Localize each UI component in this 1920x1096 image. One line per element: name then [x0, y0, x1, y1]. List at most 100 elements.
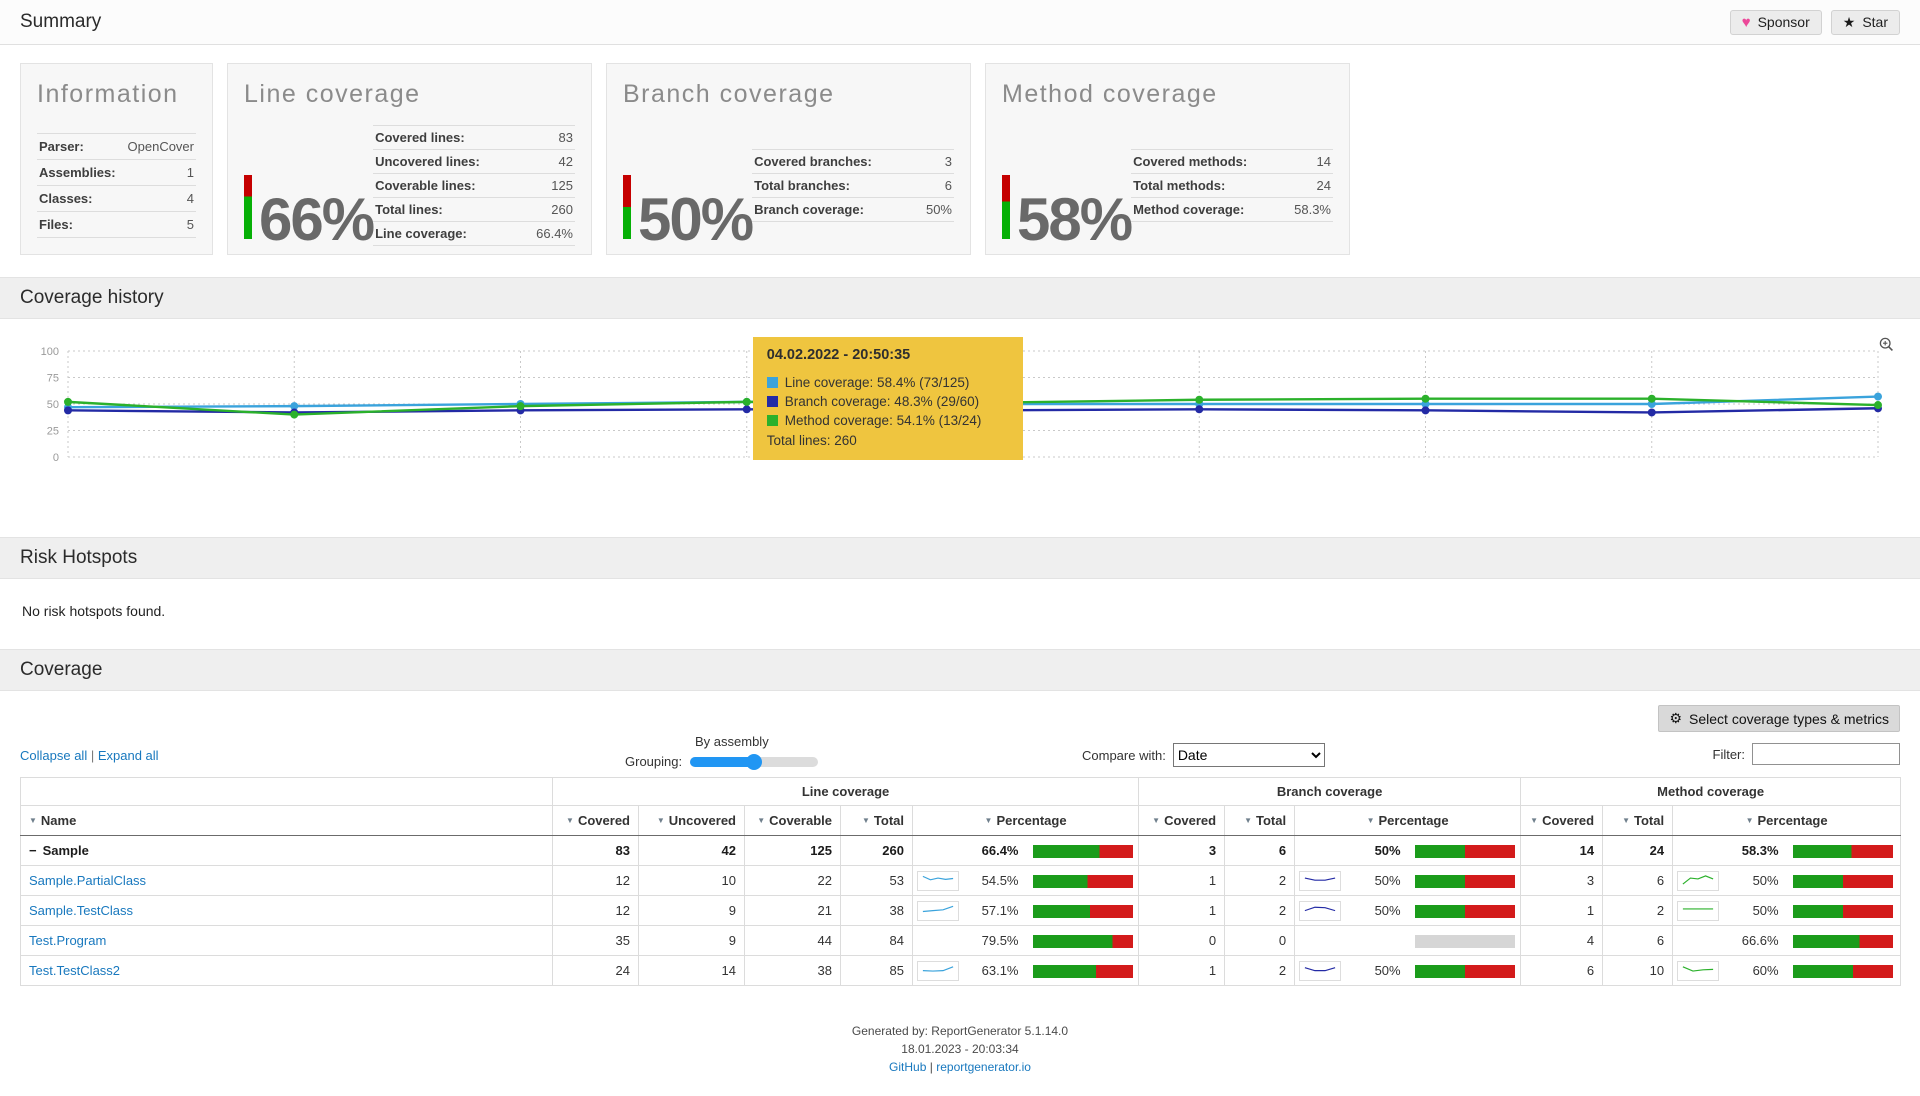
coverage-bar [1033, 965, 1133, 978]
method-sparkline-cell [1673, 926, 1723, 956]
line-bar-cell [1027, 926, 1139, 956]
history-sparkline [917, 871, 959, 891]
stat-row: Covered methods: 14 [1131, 150, 1333, 174]
compare-with-label: Compare with: [1082, 748, 1166, 763]
expand-all-link[interactable]: Expand all [98, 748, 159, 763]
series-swatch-icon [767, 415, 778, 426]
coverage-bar [1033, 875, 1133, 888]
svg-text:100: 100 [41, 346, 59, 358]
group-header-method-coverage: Method coverage [1521, 778, 1901, 806]
report-footer: Generated by: ReportGenerator 5.1.14.0 1… [0, 1022, 1920, 1076]
col-header-line-percentage[interactable]: ▼Percentage [913, 806, 1139, 836]
compare-with-select[interactable]: Date [1173, 743, 1325, 767]
select-coverage-types-button[interactable]: ⚙ Select coverage types & metrics [1658, 705, 1900, 732]
line-sparkline-cell [913, 836, 963, 866]
coverage-bar [1793, 965, 1893, 978]
stat-value: 260 [551, 202, 573, 217]
info-row: Parser: OpenCover [37, 134, 196, 160]
branch-percentage: 50% [1345, 956, 1409, 986]
col-header-line-covered[interactable]: ▼Covered [553, 806, 639, 836]
stat-row: Total lines: 260 [373, 198, 575, 222]
branch-covered: 1 [1139, 956, 1225, 986]
branch-total: 0 [1225, 926, 1295, 956]
sort-arrow-icon: ▼ [657, 816, 665, 825]
col-header-method-percentage[interactable]: ▼Percentage [1673, 806, 1901, 836]
col-header-line-total[interactable]: ▼Total [841, 806, 913, 836]
github-link[interactable]: GitHub [889, 1060, 926, 1074]
table-column-header-row: ▼Name ▼Covered ▼Uncovered ▼Coverable ▼To… [21, 806, 1901, 836]
stat-label: Method coverage: [1133, 202, 1244, 217]
collapse-all-link[interactable]: Collapse all [20, 748, 87, 763]
branch-percentage [1345, 926, 1409, 956]
card-title: Branch coverage [623, 80, 954, 109]
branch-covered: 0 [1139, 926, 1225, 956]
line-uncovered: 10 [639, 866, 745, 896]
history-sparkline [917, 901, 959, 921]
line-coverable: 22 [745, 866, 841, 896]
col-header-branch-percentage[interactable]: ▼Percentage [1295, 806, 1521, 836]
gear-icon: ⚙ [1669, 710, 1682, 727]
stat-value: 83 [559, 130, 573, 145]
branch-covered: 3 [1139, 836, 1225, 866]
table-row: Sample.PartialClass 12102253 54.5% 12 50… [21, 866, 1901, 896]
sort-arrow-icon: ▼ [1746, 816, 1754, 825]
card-title-information: Information [37, 80, 196, 109]
group-header-branch-coverage: Branch coverage [1139, 778, 1521, 806]
col-header-name[interactable]: ▼Name [21, 806, 553, 836]
sponsor-button[interactable]: ♥ Sponsor [1730, 10, 1822, 35]
stat-value: 3 [945, 154, 952, 169]
stat-row: Covered branches: 3 [752, 150, 954, 174]
coverage-bar [1415, 965, 1515, 978]
card-title: Method coverage [1002, 80, 1333, 109]
filter-input[interactable] [1752, 743, 1900, 765]
class-link[interactable]: Test.Program [29, 933, 106, 948]
star-button[interactable]: ★ Star [1831, 10, 1900, 35]
grouping-slider[interactable] [690, 757, 818, 767]
branch-bar-cell [1409, 926, 1521, 956]
svg-text:0: 0 [53, 452, 59, 464]
card-title: Line coverage [244, 80, 575, 109]
class-link[interactable]: Sample.TestClass [29, 903, 133, 918]
class-link[interactable]: Test.TestClass2 [29, 963, 120, 978]
coverage-bar [1793, 845, 1893, 858]
card-stats: Covered branches: 3 Total branches: 6 Br… [752, 149, 954, 222]
collapse-icon[interactable]: − [29, 843, 37, 858]
stat-label: Total branches: [754, 178, 850, 193]
method-percentage: 60% [1723, 956, 1787, 986]
zoom-icon[interactable] [1879, 337, 1894, 357]
tooltip-title: 04.02.2022 - 20:50:35 [767, 347, 1009, 363]
col-header-method-total[interactable]: ▼Total [1603, 806, 1673, 836]
method-bar-cell [1787, 836, 1901, 866]
reportgenerator-link[interactable]: reportgenerator.io [936, 1060, 1031, 1074]
class-link[interactable]: Sample.PartialClass [29, 873, 146, 888]
info-label: Parser: [39, 139, 84, 154]
col-header-method-covered[interactable]: ▼Covered [1521, 806, 1603, 836]
branch-sparkline-cell [1295, 896, 1345, 926]
line-coverable: 21 [745, 896, 841, 926]
method-bar-cell [1787, 896, 1901, 926]
coverage-bar [1415, 875, 1515, 888]
method-covered: 6 [1521, 956, 1603, 986]
coverage-bar [1793, 905, 1893, 918]
coverage-controls: ⚙ Select coverage types & metrics Collap… [20, 705, 1900, 771]
sort-arrow-icon: ▼ [985, 816, 993, 825]
branch-total: 2 [1225, 956, 1295, 986]
tooltip-series-text: Line coverage: 58.4% (73/125) [785, 375, 970, 390]
history-sparkline [1299, 901, 1341, 921]
stat-row: Branch coverage: 50% [752, 198, 954, 222]
star-label: Star [1862, 14, 1888, 30]
table-row: −Sample 8342125260 66.4% 36 50% 1424 58.… [21, 836, 1901, 866]
coverage-level-bar [1002, 175, 1010, 239]
page-title: Summary [20, 11, 101, 33]
line-coverable: 38 [745, 956, 841, 986]
coverage-bar [1793, 875, 1893, 888]
branch-sparkline-cell [1295, 956, 1345, 986]
grouping-slider-thumb[interactable] [746, 754, 762, 770]
col-header-line-coverable[interactable]: ▼Coverable [745, 806, 841, 836]
line-coverable: 44 [745, 926, 841, 956]
line-percentage: 54.5% [963, 866, 1027, 896]
col-header-branch-total[interactable]: ▼Total [1225, 806, 1295, 836]
col-header-branch-covered[interactable]: ▼Covered [1139, 806, 1225, 836]
method-bar-cell [1787, 926, 1901, 956]
col-header-line-uncovered[interactable]: ▼Uncovered [639, 806, 745, 836]
